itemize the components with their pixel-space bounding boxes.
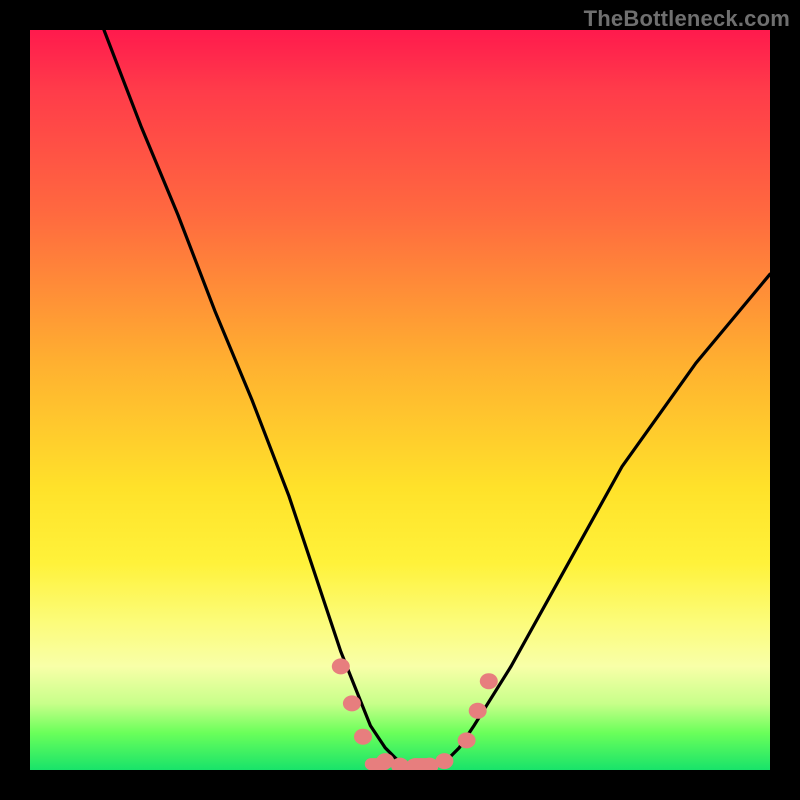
- marker-dot: [354, 729, 372, 745]
- curve-path-group: [104, 30, 770, 766]
- marker-dot: [480, 673, 498, 689]
- chart-svg: [30, 30, 770, 770]
- watermark-text: TheBottleneck.com: [584, 6, 790, 32]
- marker-dot: [458, 732, 476, 748]
- plot-area: [30, 30, 770, 770]
- marker-lobe: [365, 758, 391, 770]
- marker-dot: [343, 695, 361, 711]
- curve-markers: [332, 658, 498, 770]
- bottleneck-curve: [104, 30, 770, 766]
- marker-dot: [435, 753, 453, 769]
- chart-frame: TheBottleneck.com: [0, 0, 800, 800]
- marker-lobe: [409, 758, 435, 770]
- marker-dot: [469, 703, 487, 719]
- marker-dot: [332, 658, 350, 674]
